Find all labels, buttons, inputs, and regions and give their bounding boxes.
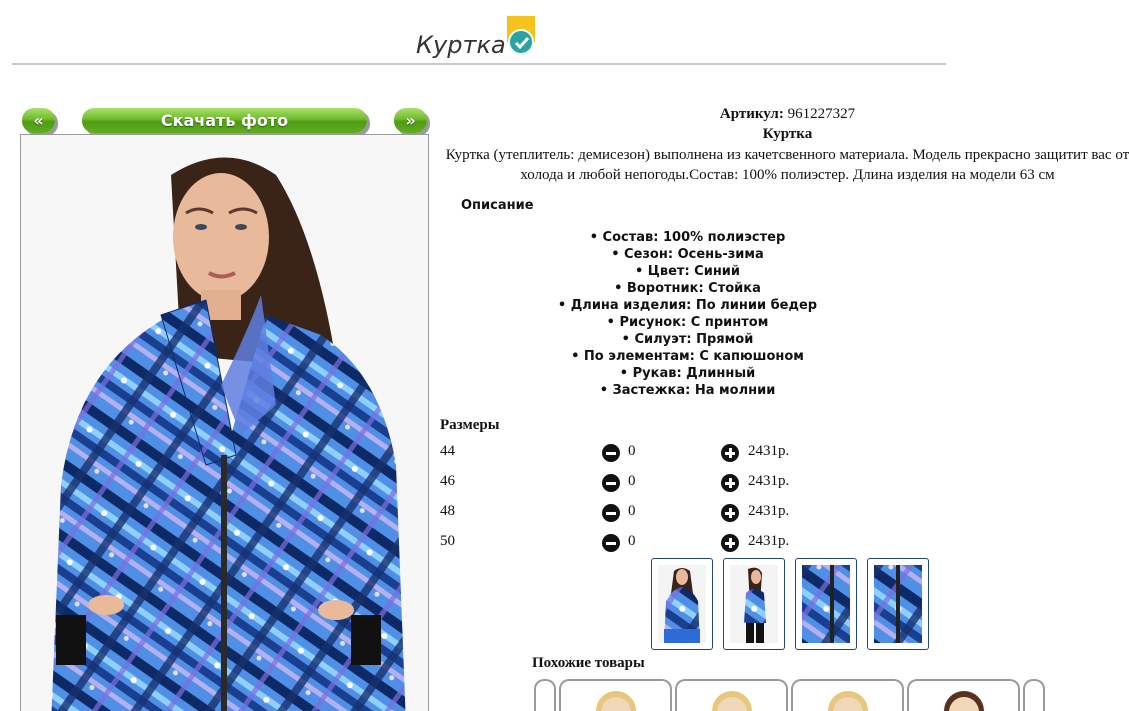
attribute-item: • Состав: 100% полиэстер (589, 230, 786, 245)
attribute-item: • Сезон: Осень-зима (611, 247, 764, 262)
similar-scroll-left-button[interactable] (534, 679, 556, 711)
similar-product-card[interactable] (559, 679, 672, 711)
attribute-item: • Цвет: Синий (634, 264, 741, 279)
similar-product-card[interactable] (907, 679, 1020, 711)
product-description: Куртка (утеплитель: демисезон) выполнена… (445, 147, 1129, 183)
thumbnail-detail-2[interactable] (867, 558, 929, 650)
description-title: Описание (461, 198, 534, 213)
attribute-item: • Силуэт: Прямой (621, 332, 754, 347)
size-row: 44 0 2431р. (440, 443, 820, 463)
plus-circle-icon[interactable] (721, 474, 739, 492)
main-product-photo[interactable] (20, 134, 429, 711)
similar-products-title: Похожие товары (532, 655, 645, 671)
price-value: 2431р. (748, 473, 790, 489)
quantity-value: 0 (628, 503, 636, 519)
similar-product-card[interactable] (675, 679, 788, 711)
price-value: 2431р. (748, 443, 790, 459)
thumbnail-front[interactable] (651, 558, 713, 650)
product-name: Куртка (762, 126, 813, 142)
similar-scroll-right-button[interactable] (1023, 679, 1045, 711)
sizes-title: Размеры (440, 417, 500, 433)
plus-circle-icon[interactable] (721, 444, 739, 462)
attribute-item: • Воротник: Стойка (614, 281, 761, 296)
plus-circle-icon[interactable] (721, 504, 739, 522)
size-value: 48 (440, 503, 455, 519)
next-photo-button[interactable]: » (394, 108, 427, 133)
product-info: Артикул: 961227327 Куртка Куртка (утепли… (440, 104, 1129, 185)
attribute-item: • Длина изделия: По линии бедер (557, 298, 818, 313)
minus-circle-icon[interactable] (602, 474, 620, 492)
minus-circle-icon[interactable] (602, 504, 620, 522)
size-row: 46 0 2431р. (440, 473, 820, 493)
minus-circle-icon[interactable] (602, 444, 620, 462)
attribute-item: • Рукав: Длинный (619, 366, 756, 381)
size-value: 44 (440, 443, 455, 459)
header-divider (12, 63, 946, 65)
download-photo-button[interactable]: Скачать фото (82, 108, 367, 133)
size-row: 50 0 2431р. (440, 533, 820, 553)
minus-circle-icon[interactable] (602, 534, 620, 552)
plus-circle-icon[interactable] (721, 534, 739, 552)
page-title: Куртка (416, 31, 506, 59)
similar-product-card[interactable] (791, 679, 904, 711)
quantity-value: 0 (628, 473, 636, 489)
thumbnail-detail-1[interactable] (795, 558, 857, 650)
size-value: 46 (440, 473, 455, 489)
size-value: 50 (440, 533, 455, 549)
attribute-list: • Состав: 100% полиэстер • Сезон: Осень-… (440, 229, 935, 399)
article-value: 961227327 (787, 106, 856, 122)
attribute-item: • Рисунок: С принтом (606, 315, 769, 330)
quantity-value: 0 (628, 443, 636, 459)
verified-badge-icon (507, 16, 535, 56)
attribute-item: • Застежка: На молнии (599, 383, 776, 398)
price-value: 2431р. (748, 533, 790, 549)
thumbnail-side[interactable] (723, 558, 785, 650)
attribute-item: • По элементам: С капюшоном (571, 349, 804, 364)
article-label: Артикул: (719, 106, 784, 122)
quantity-value: 0 (628, 533, 636, 549)
prev-photo-button[interactable]: « (22, 108, 55, 133)
size-row: 48 0 2431р. (440, 503, 820, 523)
price-value: 2431р. (748, 503, 790, 519)
